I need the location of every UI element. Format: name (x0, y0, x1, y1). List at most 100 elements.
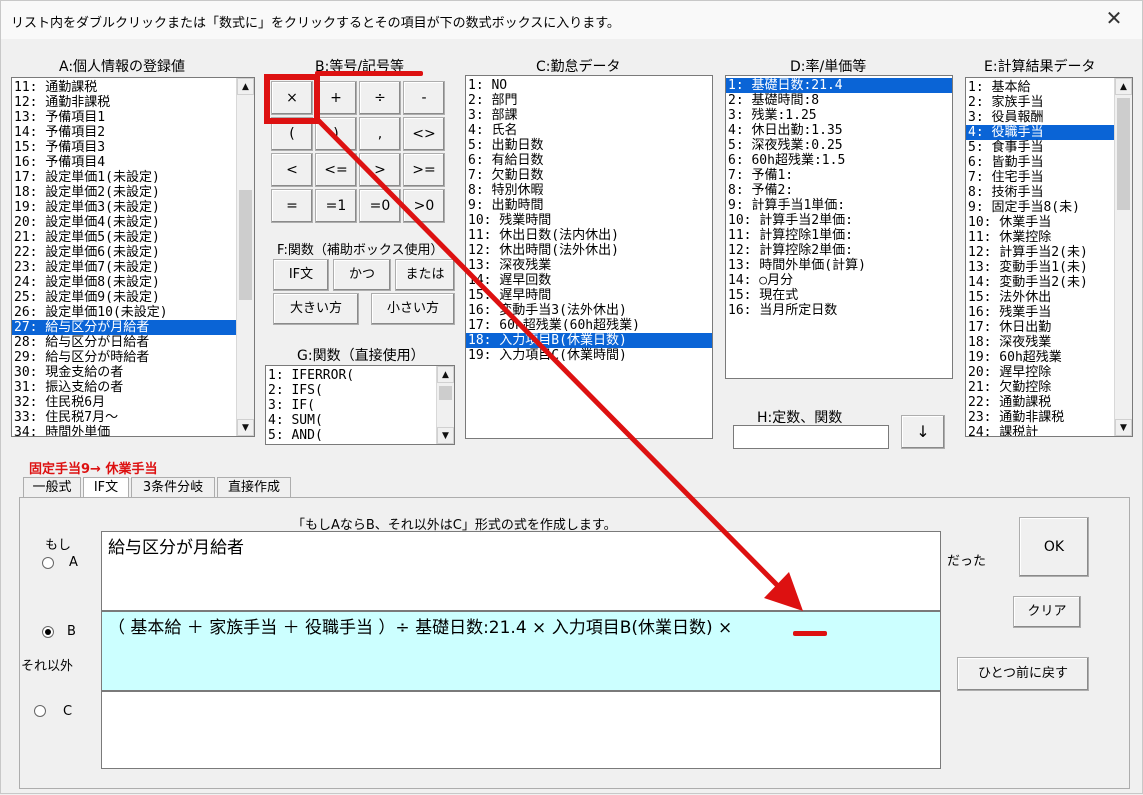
scroll-thumb[interactable] (239, 190, 252, 300)
list-item[interactable]: 20: 遅早控除 (966, 365, 1114, 380)
symbol-button[interactable]: =1 (315, 189, 357, 223)
list-item[interactable]: 34: 時間外単価 (12, 425, 236, 436)
symbol-button[interactable]: >= (403, 153, 445, 187)
list-item[interactable]: 4: 休日出勤:1.35 (726, 123, 952, 138)
function-button[interactable]: 大きい方 (273, 293, 359, 325)
symbol-button[interactable]: ) (315, 117, 357, 151)
formula-box-c[interactable] (101, 691, 941, 769)
list-item[interactable]: 18: 設定単価2(未設定) (12, 185, 236, 200)
list-item[interactable]: 20: 設定単価4(未設定) (12, 215, 236, 230)
list-item[interactable]: 3: 部課 (466, 108, 712, 123)
symbol-button[interactable]: <= (315, 153, 357, 187)
ok-button[interactable]: OK (1019, 517, 1089, 577)
list-item[interactable]: 16: 残業手当 (966, 305, 1114, 320)
list-item[interactable]: 31: 振込支給の者 (12, 380, 236, 395)
scroll-down-arrow-icon[interactable]: ▼ (437, 427, 454, 444)
symbol-button[interactable]: < (271, 153, 313, 187)
list-item[interactable]: 6: 有給日数 (466, 153, 712, 168)
constant-input[interactable] (733, 425, 889, 449)
clear-button[interactable]: クリア (1013, 596, 1081, 628)
list-item[interactable]: 8: 技術手当 (966, 185, 1114, 200)
list-item[interactable]: 17: 休日出勤 (966, 320, 1114, 335)
list-item[interactable]: 5: AND( (266, 428, 436, 443)
list-item[interactable]: 2: 基礎時間:8 (726, 93, 952, 108)
list-e-scrollbar[interactable]: ▲ ▼ (1114, 78, 1132, 436)
list-item[interactable]: 28: 給与区分が日給者 (12, 335, 236, 350)
symbol-button[interactable]: = (271, 189, 313, 223)
symbol-button[interactable]: > (359, 153, 401, 187)
list-item[interactable]: 21: 設定単価5(未設定) (12, 230, 236, 245)
list-item[interactable]: 5: 食事手当 (966, 140, 1114, 155)
tab-item[interactable]: 直接作成 (217, 477, 291, 499)
symbol-button[interactable]: <> (403, 117, 445, 151)
symbol-button[interactable]: >0 (403, 189, 445, 223)
attendance-data-list[interactable]: 1: NO 2: 部門 3: 部課 4: 氏名 5: 出勤日数 6: 有給日数 7: 欠勤日… (465, 75, 713, 439)
list-item[interactable]: 15: 遅早時間 (466, 288, 712, 303)
list-item[interactable]: 7: 欠勤日数 (466, 168, 712, 183)
list-item[interactable]: 11: 休出日数(法内休出) (466, 228, 712, 243)
list-item[interactable]: 12: 通勤非課税 (12, 95, 236, 110)
scroll-thumb[interactable] (439, 386, 452, 400)
tab-item[interactable]: 一般式 (23, 477, 81, 499)
list-item[interactable]: 12: 計算手当2(未) (966, 245, 1114, 260)
symbol-button[interactable]: - (403, 81, 445, 115)
list-item[interactable]: 17: 設定単価1(未設定) (12, 170, 236, 185)
list-item[interactable]: 33: 住民税7月～ (12, 410, 236, 425)
scroll-down-arrow-icon[interactable]: ▼ (1115, 419, 1132, 436)
radio-b[interactable] (42, 626, 54, 638)
function-button[interactable]: または (395, 259, 455, 291)
list-item[interactable]: 14: 遅早回数 (466, 273, 712, 288)
list-item[interactable]: 8: 特別休暇 (466, 183, 712, 198)
list-item[interactable]: 9: 出勤時間 (466, 198, 712, 213)
direct-function-list[interactable]: 1: IFERROR(2: IFS(3: IF(4: SUM(5: AND( ▲… (265, 365, 455, 445)
list-item[interactable]: 13: 予備項目1 (12, 110, 236, 125)
list-item[interactable]: 30: 現金支給の者 (12, 365, 236, 380)
list-item[interactable]: 14: 変動手当2(未) (966, 275, 1114, 290)
scroll-thumb[interactable] (1117, 98, 1130, 210)
list-item[interactable]: 16: 当月所定日数 (726, 303, 952, 318)
rate-list[interactable]: 1: 基礎日数:21.4 2: 基礎時間:8 3: 残業:1.25 4: 休日出勤:1… (725, 75, 953, 379)
list-item[interactable]: 22: 設定単価6(未設定) (12, 245, 236, 260)
list-item[interactable]: 16: 予備項目4 (12, 155, 236, 170)
function-button[interactable]: かつ (333, 259, 391, 291)
symbol-button[interactable]: , (359, 117, 401, 151)
list-item[interactable]: 29: 給与区分が時給者 (12, 350, 236, 365)
list-item[interactable]: 3: 役員報酬 (966, 110, 1114, 125)
list-item[interactable]: 14: 予備項目2 (12, 125, 236, 140)
list-item[interactable]: 27: 給与区分が月給者 (12, 320, 236, 335)
symbol-button[interactable]: =0 (359, 189, 401, 223)
list-item[interactable]: 16: 変動手当3(法外休出) (466, 303, 712, 318)
list-item[interactable]: 15: 予備項目3 (12, 140, 236, 155)
list-item[interactable]: 9: 固定手当8(未) (966, 200, 1114, 215)
formula-box-a[interactable]: 給与区分が月給者 (101, 531, 941, 611)
list-item[interactable]: 15: 法外休出 (966, 290, 1114, 305)
list-item[interactable]: 10: 休業手当 (966, 215, 1114, 230)
list-item[interactable]: 5: 深夜残業:0.25 (726, 138, 952, 153)
symbol-button[interactable]: × (271, 81, 313, 115)
list-item[interactable]: 25: 設定単価9(未設定) (12, 290, 236, 305)
list-item[interactable]: 19: 60h超残業 (966, 350, 1114, 365)
close-icon[interactable]: ✕ (1100, 7, 1128, 31)
list-item[interactable]: 3: 残業:1.25 (726, 108, 952, 123)
calc-result-list[interactable]: 1: 基本給 2: 家族手当 3: 役員報酬 4: 役職手当 5: 食事手当 6: 皆勤手… (965, 77, 1133, 437)
list-item[interactable]: 18: 深夜残業 (966, 335, 1114, 350)
formula-box-b[interactable]: （ 基本給 ＋ 家族手当 ＋ 役職手当 ）÷ 基礎日数:21.4 × 入力項目B… (101, 611, 941, 691)
list-item[interactable]: 24: 課税計 (966, 425, 1114, 436)
radio-a[interactable] (42, 557, 54, 569)
list-item[interactable]: 2: IFS( (266, 383, 436, 398)
list-item[interactable]: 2: 部門 (466, 93, 712, 108)
function-button[interactable]: 小さい方 (371, 293, 455, 325)
list-item[interactable]: 1: NO (466, 78, 712, 93)
list-item[interactable]: 18: 入力項目B(休業日数) (466, 333, 712, 348)
list-a-scrollbar[interactable]: ▲ ▼ (236, 78, 254, 436)
insert-down-button[interactable]: ↓ (901, 415, 945, 449)
list-item[interactable]: 6: 皆勤手当 (966, 155, 1114, 170)
symbol-button[interactable]: ÷ (359, 81, 401, 115)
function-button[interactable]: IF文 (273, 259, 329, 291)
list-item[interactable]: 4: 役職手当 (966, 125, 1114, 140)
list-item[interactable]: 5: 出勤日数 (466, 138, 712, 153)
scroll-up-arrow-icon[interactable]: ▲ (237, 78, 254, 95)
list-g-scrollbar[interactable]: ▲ ▼ (436, 366, 454, 444)
list-item[interactable]: 1: 基本給 (966, 80, 1114, 95)
list-item[interactable]: 8: 予備2: (726, 183, 952, 198)
